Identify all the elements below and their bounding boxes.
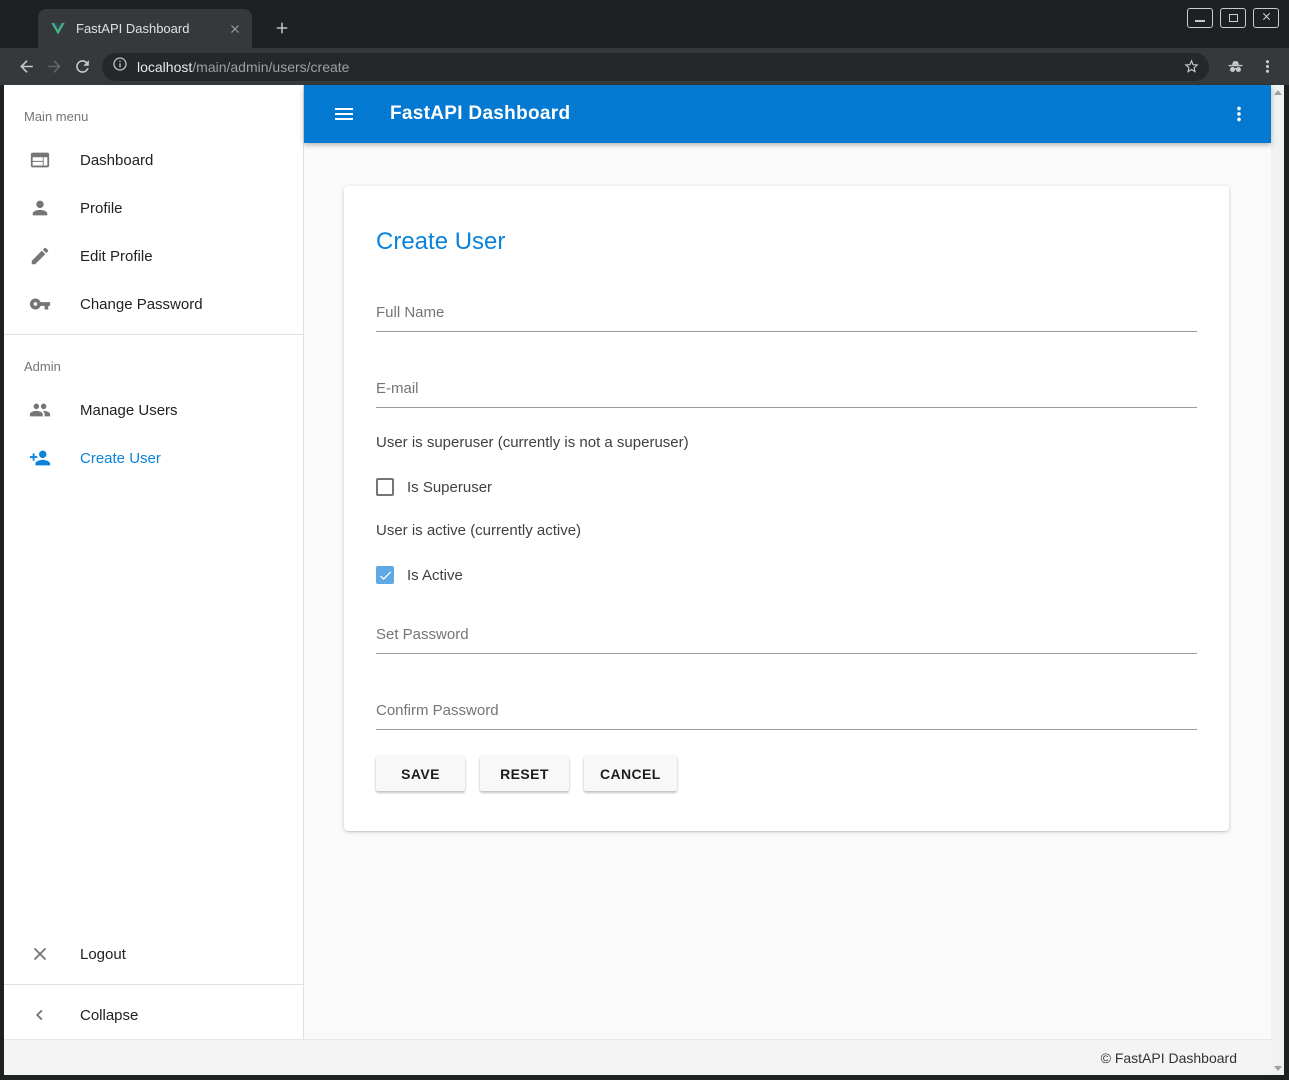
incognito-icon bbox=[1221, 53, 1249, 81]
sidebar: Main menu Dashboard Profile Edit Profile bbox=[4, 85, 304, 1039]
sidebar-spacer bbox=[4, 482, 303, 930]
page-content: Create User User is superuser (currently… bbox=[304, 143, 1271, 1039]
create-user-card: Create User User is superuser (currently… bbox=[344, 186, 1229, 831]
minimize-icon bbox=[1195, 20, 1205, 22]
confirm-password-input[interactable] bbox=[376, 696, 1197, 730]
email-input[interactable] bbox=[376, 374, 1197, 408]
url-host: localhost bbox=[137, 59, 192, 75]
app-menu-kebab-icon[interactable] bbox=[1221, 96, 1257, 132]
sidebar-item-label: Logout bbox=[80, 946, 126, 963]
people-icon bbox=[28, 398, 52, 422]
chevron-left-icon bbox=[28, 1003, 52, 1027]
tab-title: FastAPI Dashboard bbox=[76, 21, 226, 36]
sidebar-item-label: Change Password bbox=[80, 296, 203, 313]
sidebar-item-label: Dashboard bbox=[80, 152, 153, 169]
sidebar-item-label: Manage Users bbox=[80, 402, 178, 419]
back-arrow-icon bbox=[17, 57, 36, 76]
sidebar-item-manage-users[interactable]: Manage Users bbox=[4, 386, 303, 434]
close-icon bbox=[1261, 9, 1272, 27]
back-button[interactable] bbox=[12, 53, 40, 81]
forward-button[interactable] bbox=[40, 53, 68, 81]
tab-close-icon[interactable] bbox=[226, 20, 244, 38]
reset-button[interactable]: RESET bbox=[480, 756, 569, 791]
sidebar-item-label: Edit Profile bbox=[80, 248, 153, 265]
page-title: Create User bbox=[376, 228, 1197, 256]
sidebar-item-label: Create User bbox=[80, 450, 161, 467]
sidebar-item-collapse[interactable]: Collapse bbox=[4, 991, 303, 1039]
dashboard-icon bbox=[28, 148, 52, 172]
browser-window: FastAPI Dashboard localhost/m bbox=[0, 0, 1289, 1080]
minimize-button[interactable] bbox=[1187, 8, 1213, 28]
browser-menu-kebab-icon[interactable] bbox=[1253, 53, 1281, 81]
form-buttons: SAVE RESET CANCEL bbox=[376, 756, 1197, 791]
window-controls bbox=[1187, 8, 1279, 28]
app-title: FastAPI Dashboard bbox=[390, 103, 1221, 125]
site-info-icon[interactable] bbox=[112, 56, 128, 77]
sidebar-item-change-password[interactable]: Change Password bbox=[4, 280, 303, 328]
is-active-checkbox-row[interactable]: Is Active bbox=[376, 566, 1197, 584]
close-button[interactable] bbox=[1253, 8, 1279, 28]
sidebar-item-label: Profile bbox=[80, 200, 123, 217]
hamburger-menu-icon[interactable] bbox=[326, 96, 362, 132]
is-active-label: Is Active bbox=[407, 567, 463, 584]
key-icon bbox=[28, 292, 52, 316]
sidebar-divider bbox=[4, 984, 303, 985]
browser-toolbar: localhost/main/admin/users/create bbox=[0, 48, 1289, 85]
logout-x-icon bbox=[28, 942, 52, 966]
app-bar: FastAPI Dashboard bbox=[304, 85, 1271, 143]
forward-arrow-icon bbox=[45, 57, 64, 76]
page-footer: © FastAPI Dashboard bbox=[4, 1039, 1271, 1075]
url-path: /main/admin/users/create bbox=[192, 59, 349, 75]
sidebar-item-logout[interactable]: Logout bbox=[4, 930, 303, 978]
superuser-hint: User is superuser (currently is not a su… bbox=[376, 434, 1197, 451]
pencil-icon bbox=[28, 244, 52, 268]
vue-logo-icon bbox=[50, 21, 66, 37]
footer-copyright: © FastAPI Dashboard bbox=[1101, 1050, 1237, 1066]
sidebar-item-edit-profile[interactable]: Edit Profile bbox=[4, 232, 303, 280]
scroll-down-arrow-icon[interactable] bbox=[1271, 1061, 1284, 1075]
address-bar[interactable]: localhost/main/admin/users/create bbox=[102, 53, 1209, 81]
full-name-input[interactable] bbox=[376, 298, 1197, 332]
maximize-button[interactable] bbox=[1220, 8, 1246, 28]
tab-strip: FastAPI Dashboard bbox=[0, 0, 1289, 48]
sidebar-item-dashboard[interactable]: Dashboard bbox=[4, 136, 303, 184]
save-button[interactable]: SAVE bbox=[376, 756, 465, 791]
new-tab-button[interactable] bbox=[268, 14, 296, 42]
confirm-password-field-wrap bbox=[376, 696, 1197, 730]
reload-button[interactable] bbox=[68, 53, 96, 81]
is-superuser-checkbox-row[interactable]: Is Superuser bbox=[376, 478, 1197, 496]
checkmark-icon bbox=[378, 568, 393, 583]
is-superuser-checkbox[interactable] bbox=[376, 478, 394, 496]
sidebar-divider bbox=[4, 334, 303, 335]
reload-icon bbox=[73, 57, 92, 76]
scroll-up-arrow-icon[interactable] bbox=[1271, 85, 1284, 99]
is-active-checkbox[interactable] bbox=[376, 566, 394, 584]
vertical-scrollbar[interactable] bbox=[1271, 85, 1284, 1075]
full-name-field-wrap bbox=[376, 298, 1197, 332]
maximize-icon bbox=[1229, 14, 1238, 22]
set-password-field-wrap bbox=[376, 620, 1197, 654]
sidebar-section-admin: Admin bbox=[4, 341, 303, 386]
email-field-wrap bbox=[376, 374, 1197, 408]
person-icon bbox=[28, 196, 52, 220]
sidebar-item-label: Collapse bbox=[80, 1007, 138, 1024]
set-password-input[interactable] bbox=[376, 620, 1197, 654]
active-hint: User is active (currently active) bbox=[376, 522, 1197, 539]
browser-tab[interactable]: FastAPI Dashboard bbox=[38, 9, 252, 48]
page-viewport: Main menu Dashboard Profile Edit Profile bbox=[4, 85, 1284, 1075]
is-superuser-label: Is Superuser bbox=[407, 479, 492, 496]
sidebar-item-create-user[interactable]: Create User bbox=[4, 434, 303, 482]
cancel-button[interactable]: CANCEL bbox=[584, 756, 677, 791]
sidebar-item-profile[interactable]: Profile bbox=[4, 184, 303, 232]
sidebar-section-main-menu: Main menu bbox=[4, 85, 303, 136]
person-add-icon bbox=[28, 446, 52, 470]
bookmark-star-icon[interactable] bbox=[1179, 55, 1203, 79]
url-text: localhost/main/admin/users/create bbox=[137, 59, 1179, 75]
main-area: FastAPI Dashboard Create User bbox=[304, 85, 1271, 1039]
